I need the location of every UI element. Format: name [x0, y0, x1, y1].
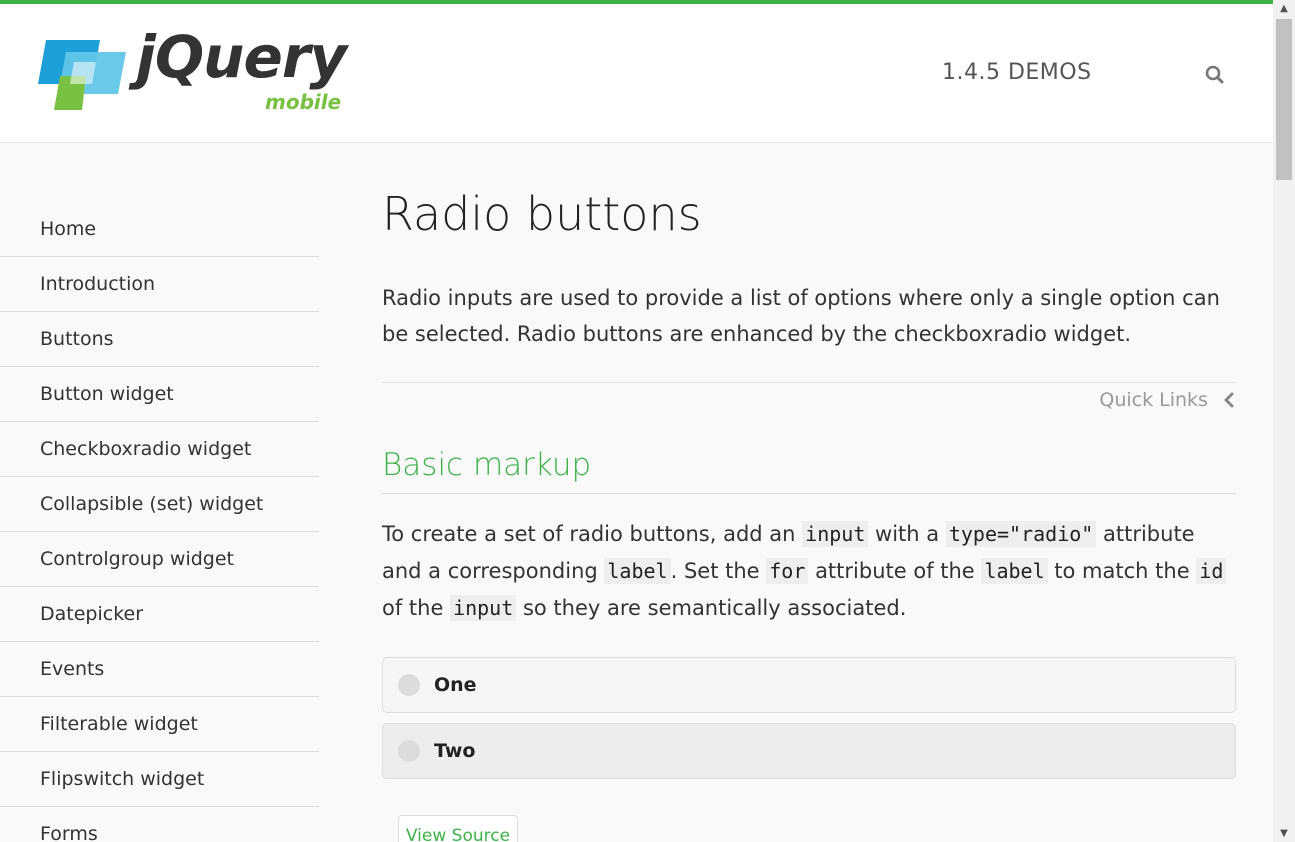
sidebar-item-buttons[interactable]: Buttons	[0, 312, 319, 367]
sidebar-item-controlgroup-widget[interactable]: Controlgroup widget	[0, 532, 319, 587]
scroll-down-arrow-icon[interactable]: ▼	[1273, 825, 1295, 842]
text-span: so they are semantically associated.	[516, 596, 907, 620]
sidebar-item-forms[interactable]: Forms	[0, 807, 319, 842]
intro-paragraph: Radio inputs are used to provide a list …	[382, 286, 1220, 346]
code-id: id	[1196, 558, 1227, 584]
radio-indicator[interactable]	[398, 740, 420, 762]
logo-subtitle: mobile	[265, 90, 342, 114]
section-heading: Basic markup	[382, 445, 1236, 494]
code-label: label	[981, 558, 1048, 584]
sidebar-item-filterable-widget[interactable]: Filterable widget	[0, 697, 319, 752]
radio-indicator[interactable]	[398, 674, 420, 696]
sidebar-item-button-widget[interactable]: Button widget	[0, 367, 319, 422]
radio-option-one[interactable]: One	[382, 657, 1236, 713]
sidebar-item-events[interactable]: Events	[0, 642, 319, 697]
sidebar-item-flipswitch-widget[interactable]: Flipswitch widget	[0, 752, 319, 807]
sidebar-item-checkboxradio-widget[interactable]: Checkboxradio widget	[0, 422, 319, 477]
text-span: with a	[868, 522, 946, 546]
logo-icon	[38, 40, 126, 110]
radio-option-two[interactable]: Two	[382, 723, 1236, 779]
page-title: Radio buttons	[382, 187, 702, 241]
text-span: attribute of the	[808, 559, 982, 583]
radio-label[interactable]: Two	[434, 724, 475, 778]
chevron-left-icon[interactable]	[1222, 392, 1236, 408]
main-content: Radio buttons Radio inputs are used to p…	[382, 178, 1236, 842]
sidebar-nav: Home Introduction Buttons Button widget …	[0, 202, 319, 842]
code-for: for	[766, 558, 809, 584]
sidebar-item-home[interactable]: Home	[0, 202, 319, 257]
view-source-button[interactable]: View Source	[398, 815, 518, 842]
text-span: of the	[382, 596, 451, 620]
scrollbar[interactable]: ▲ ▼	[1273, 0, 1295, 842]
version-label[interactable]: 1.4.5 DEMOS	[942, 60, 1092, 85]
code-input: input	[802, 521, 869, 547]
page: jQuery mobile 1.4.5 DEMOS Home Introduct…	[0, 0, 1295, 842]
quick-links-label[interactable]: Quick Links	[1099, 389, 1208, 411]
text-span: To create a set of radio buttons, add an	[382, 522, 803, 546]
scrollbar-thumb[interactable]	[1276, 19, 1292, 180]
divider	[382, 382, 1236, 383]
section-paragraph: To create a set of radio buttons, add an…	[382, 516, 1236, 627]
logo-text: jQuery	[136, 23, 347, 91]
quick-links-toggle[interactable]: Quick Links	[382, 389, 1236, 411]
sidebar-item-introduction[interactable]: Introduction	[0, 257, 319, 312]
sidebar-item-collapsible-widget[interactable]: Collapsible (set) widget	[0, 477, 319, 532]
code-label: label	[604, 558, 671, 584]
header: jQuery mobile 1.4.5 DEMOS	[0, 4, 1273, 143]
sidebar-item-datepicker[interactable]: Datepicker	[0, 587, 319, 642]
radio-label[interactable]: One	[434, 658, 477, 712]
search-icon[interactable]	[1204, 64, 1226, 86]
text-span: to match the	[1047, 559, 1197, 583]
scroll-up-arrow-icon[interactable]: ▲	[1273, 0, 1295, 17]
jquery-mobile-logo[interactable]: jQuery mobile	[38, 28, 383, 120]
text-span: . Set the	[670, 559, 767, 583]
code-input: input	[450, 595, 517, 621]
code-type-radio: type="radio"	[945, 521, 1097, 547]
radio-group: One Two	[382, 657, 1236, 779]
